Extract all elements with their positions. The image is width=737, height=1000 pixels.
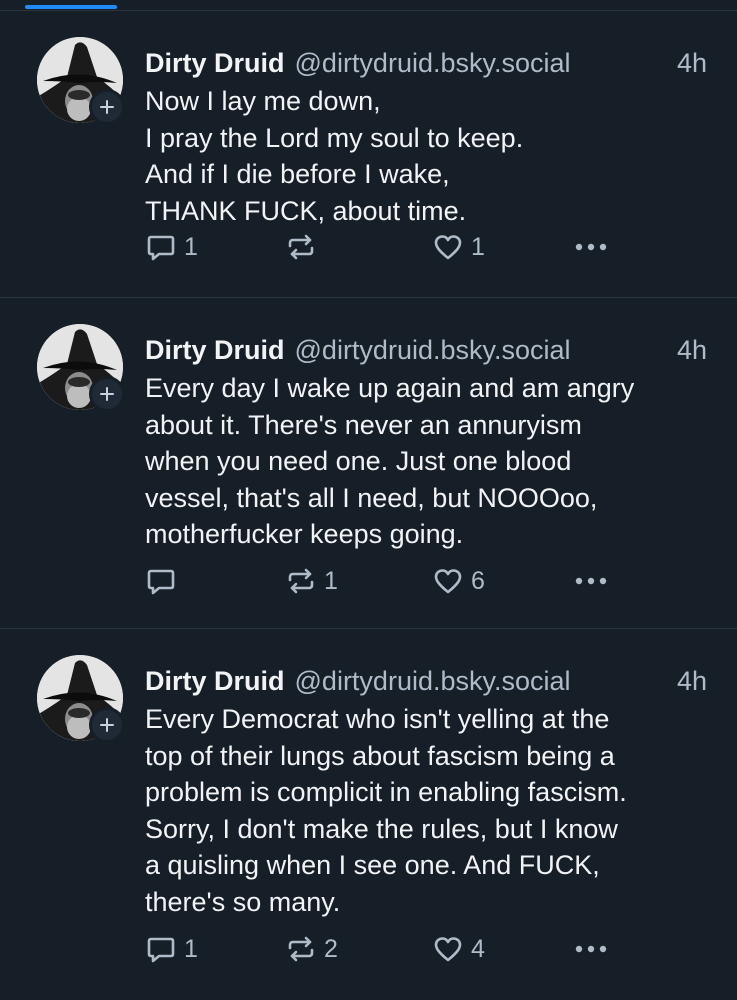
like-count: 4 [471, 934, 485, 963]
post-text-line: motherfucker keeps going. [145, 519, 464, 549]
post-text-line: Every day I wake up again and am angry [145, 373, 635, 403]
follow-button[interactable] [89, 89, 125, 125]
author-handle[interactable]: @dirtydruid.bsky.social [295, 45, 571, 81]
post-text-line: there's so many. [145, 886, 341, 917]
like-button[interactable]: 1 [432, 227, 485, 267]
reply-button[interactable]: 1 [145, 929, 198, 969]
post[interactable]: Dirty Druid @dirtydruid.bsky.social 4h N… [0, 11, 737, 298]
post-content: Dirty Druid @dirtydruid.bsky.social 4h E… [145, 332, 707, 553]
follow-plus-icon [100, 718, 114, 732]
post-text-line: problem is complicit in enabling fascism… [145, 777, 627, 807]
repost-count: 2 [324, 934, 338, 963]
repost-button[interactable]: 1 [285, 561, 338, 601]
author-name[interactable]: Dirty Druid [145, 45, 285, 81]
repost-icon [288, 234, 314, 260]
post[interactable]: Dirty Druid @dirtydruid.bsky.social 4h E… [0, 298, 737, 629]
reply-count: 1 [184, 232, 198, 261]
post-text-line: when you need one. Just one blood [145, 446, 572, 476]
top-bar [0, 0, 737, 11]
post-actions: 1 6 [145, 561, 625, 601]
reply-button[interactable]: 1 [145, 227, 198, 267]
follow-plus-icon [100, 387, 114, 401]
reply-button[interactable] [145, 561, 177, 601]
more-options-button[interactable] [573, 561, 609, 601]
post-text-line: Sorry, I don't make the rules, but I kno… [145, 813, 618, 844]
post-meta: Dirty Druid @dirtydruid.bsky.social 4h [145, 332, 707, 368]
post-text-line: Every Democrat who isn't yelling at the [145, 704, 610, 734]
reply-icon [147, 937, 175, 963]
repost-button[interactable]: 2 [285, 929, 338, 969]
reply-count: 1 [184, 934, 198, 963]
post-text: Every Democrat who isn't yelling at the t… [145, 701, 707, 920]
post-time[interactable]: 4h [677, 332, 707, 368]
repost-icon [288, 936, 314, 962]
more-icon [575, 945, 607, 953]
post-meta: Dirty Druid @dirtydruid.bsky.social 4h [145, 45, 707, 81]
more-icon [575, 577, 607, 585]
author-name[interactable]: Dirty Druid [145, 663, 285, 699]
post[interactable]: Dirty Druid @dirtydruid.bsky.social 4h E… [0, 629, 737, 1000]
post-text-line: THANK FUCK, about time. [145, 195, 467, 226]
follow-plus-icon [100, 100, 114, 114]
post-content: Dirty Druid @dirtydruid.bsky.social 4h E… [145, 663, 707, 920]
post-time[interactable]: 4h [677, 663, 707, 699]
like-icon [434, 569, 462, 594]
post-meta: Dirty Druid @dirtydruid.bsky.social 4h [145, 663, 707, 699]
post-text-line: Now I lay me down, [145, 86, 381, 116]
reply-icon [147, 569, 175, 595]
post-text-line: I pray the Lord my soul to keep. [145, 122, 524, 153]
author-handle[interactable]: @dirtydruid.bsky.social [295, 663, 571, 699]
repost-button[interactable] [285, 227, 317, 267]
repost-icon [288, 568, 314, 594]
repost-count: 1 [324, 566, 338, 595]
like-count: 6 [471, 566, 485, 595]
post-actions: 1 2 4 [145, 929, 625, 969]
post-text: Every day I wake up again and am angry ab… [145, 370, 707, 553]
post-text-line: top of their lungs about fascism being a [145, 740, 615, 771]
post-text-line: And if I die before I wake, [145, 159, 450, 189]
like-icon [434, 235, 462, 260]
post-text-line: about it. There's never an annuryism [145, 409, 582, 440]
follow-button[interactable] [89, 376, 125, 412]
active-tab-indicator [25, 5, 117, 9]
post-text-line: a quisling when I see one. And FUCK, [145, 850, 600, 880]
post-time[interactable]: 4h [677, 45, 707, 81]
more-options-button[interactable] [573, 227, 609, 267]
like-icon [434, 937, 462, 962]
follow-button[interactable] [89, 707, 125, 743]
avatar-container [37, 655, 125, 743]
avatar-container [37, 37, 125, 125]
post-text: Now I lay me down, I pray the Lord my sou… [145, 83, 707, 229]
more-icon [575, 243, 607, 251]
reply-icon [147, 235, 175, 261]
author-handle[interactable]: @dirtydruid.bsky.social [295, 332, 571, 368]
feed: Dirty Druid @dirtydruid.bsky.social 4h N… [0, 11, 737, 1000]
more-options-button[interactable] [573, 929, 609, 969]
like-count: 1 [471, 232, 485, 261]
author-name[interactable]: Dirty Druid [145, 332, 285, 368]
like-button[interactable]: 4 [432, 929, 485, 969]
like-button[interactable]: 6 [432, 561, 485, 601]
post-content: Dirty Druid @dirtydruid.bsky.social 4h N… [145, 45, 707, 229]
post-actions: 1 1 [145, 227, 625, 267]
avatar-container [37, 324, 125, 412]
post-text-line: vessel, that's all I need, but NOOOoo, [145, 482, 598, 513]
